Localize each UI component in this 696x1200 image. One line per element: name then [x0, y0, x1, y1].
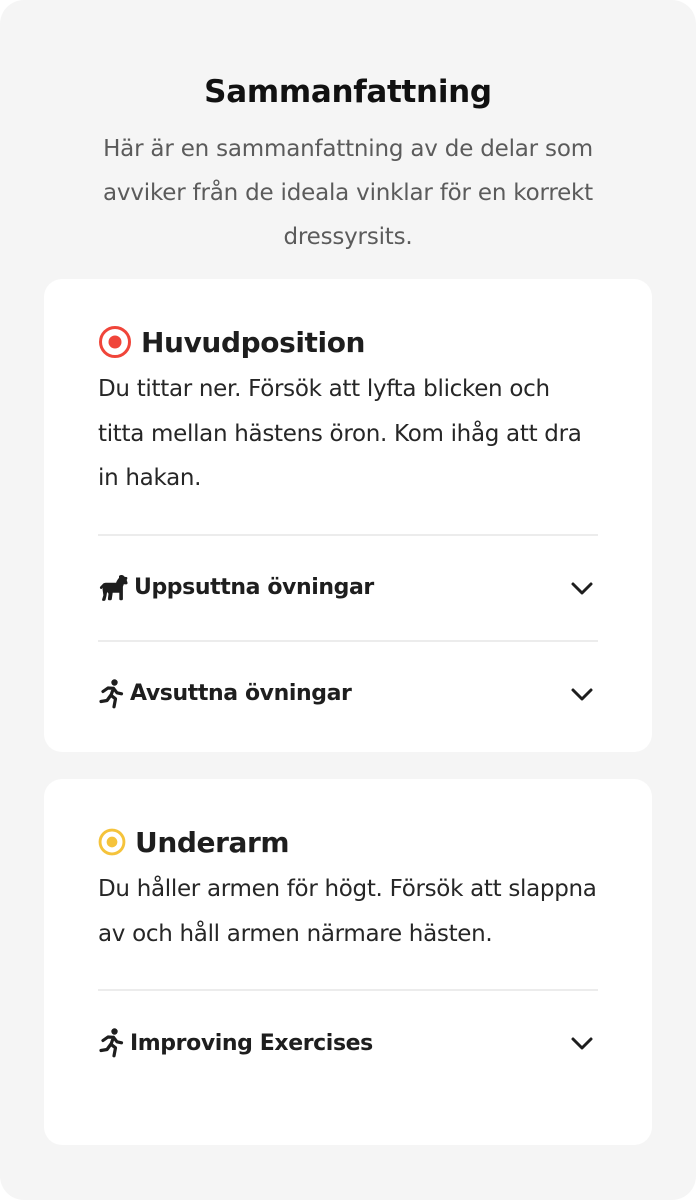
deviation-card-forearm: Underarm Du håller armen för högt. Försö…	[44, 779, 652, 1145]
section-label: Uppsuttna övningar	[134, 575, 374, 600]
section-mounted-exercises[interactable]: Uppsuttna övningar	[98, 536, 598, 640]
running-person-icon	[99, 1028, 124, 1058]
chevron-down-icon[interactable]	[568, 1029, 596, 1057]
horse-icon	[99, 574, 128, 601]
chevron-down-icon[interactable]	[568, 680, 596, 708]
card-title: Huvudposition	[141, 325, 366, 359]
card-header: Huvudposition	[98, 322, 598, 362]
card-description: Du tittar ner. Försök att lyfta blicken …	[98, 376, 582, 491]
card-header: Underarm	[98, 822, 598, 862]
section-improving-exercises[interactable]: Improving Exercises	[98, 991, 598, 1095]
section-label: Improving Exercises	[130, 1030, 373, 1056]
page-title: Sammanfattning	[204, 74, 492, 110]
chevron-down-icon[interactable]	[568, 574, 596, 602]
summary-header: Sammanfattning Här är en sammanfattning …	[0, 70, 696, 259]
summary-page: Sammanfattning Här är en sammanfattning …	[0, 0, 696, 1200]
card-description: Du håller armen för högt. Försök att sla…	[98, 876, 597, 947]
card-title: Underarm	[135, 825, 290, 859]
yellow-target-icon	[98, 828, 126, 856]
section-dismounted-exercises[interactable]: Avsuttna övningar	[98, 642, 598, 746]
deviation-card-head-position: Huvudposition Du tittar ner. Försök att …	[44, 279, 652, 752]
section-label: Avsuttna övningar	[130, 681, 352, 706]
page-subtitle: Här är en sammanfattning av de delar som…	[103, 136, 593, 250]
running-person-icon	[99, 678, 124, 708]
red-target-icon	[99, 326, 131, 358]
